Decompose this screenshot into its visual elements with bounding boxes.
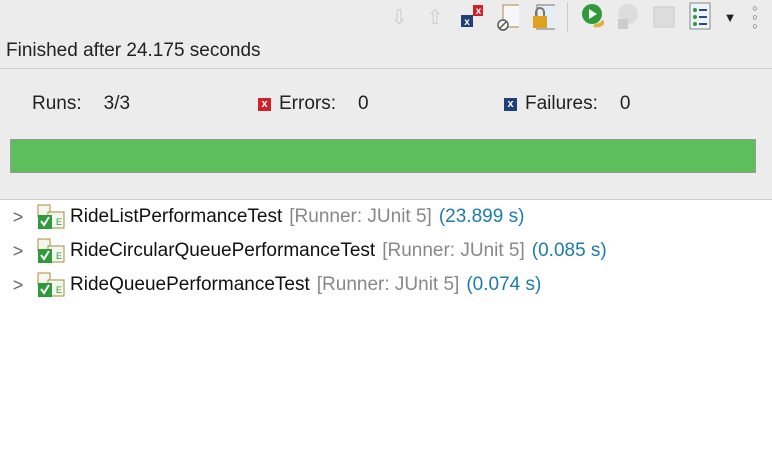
status-text: Finished after 24.175 seconds [6, 40, 261, 61]
errors-label: Errors: [279, 93, 336, 114]
failures-label: Failures: [525, 93, 598, 114]
svg-text:E: E [56, 251, 62, 261]
next-failure-icon[interactable]: ⇩ [387, 3, 411, 31]
counters-panel: Runs: 3/3 x Errors: 0 x Failures: 0 [0, 69, 772, 200]
test-tree: > E RideListPerformanceTest [Runner: JUn… [0, 200, 772, 302]
rerun-failed-first-icon[interactable] [616, 3, 640, 31]
previous-failure-icon[interactable]: ⇧ [423, 3, 447, 31]
runs-label: Runs: [32, 93, 82, 114]
test-row[interactable]: > E RideQueuePerformanceTest [Runner: JU… [0, 268, 772, 302]
test-name: RideCircularQueuePerformanceTest [70, 240, 376, 261]
rerun-icon[interactable] [580, 3, 604, 31]
errors-value: 0 [358, 93, 369, 114]
test-suite-passed-icon: E [36, 204, 66, 230]
history-icon[interactable] [688, 2, 712, 31]
chevron-right-icon[interactable]: > [0, 207, 36, 228]
failures-counter: x Failures: 0 [504, 93, 630, 115]
test-suite-passed-icon: E [36, 238, 66, 264]
more-icon[interactable]: ○ ○ ○ [748, 3, 762, 31]
progress-bar [10, 139, 756, 173]
test-runner: [Runner: JUnit 5] [382, 240, 525, 261]
scroll-lock-icon[interactable] [531, 3, 555, 31]
test-suite-passed-icon: E [36, 272, 66, 298]
show-skipped-icon[interactable] [495, 3, 519, 31]
view-menu-icon[interactable]: ▼ [724, 3, 737, 31]
svg-text:E: E [56, 285, 62, 295]
toolbar: ⇩ ⇧ xx ▼ ○ ○ ○ [387, 0, 762, 34]
errors-counter: x Errors: 0 [258, 93, 369, 115]
svg-text:x: x [476, 6, 482, 17]
failures-value: 0 [619, 93, 631, 114]
toolbar-separator [567, 2, 568, 32]
header: ⇩ ⇧ xx ▼ ○ ○ ○ Finished after 24.175 secon… [0, 0, 772, 69]
test-time: (0.074 s) [466, 274, 542, 295]
test-row[interactable]: > E RideCircularQueuePerformanceTest [Ru… [0, 234, 772, 268]
svg-text:x: x [464, 17, 470, 28]
stop-icon[interactable] [652, 3, 676, 31]
runs-counter: Runs: 3/3 [32, 93, 130, 115]
svg-text:E: E [56, 217, 62, 227]
test-time: (23.899 s) [438, 206, 525, 227]
test-name: RideListPerformanceTest [70, 206, 283, 227]
test-runner: [Runner: JUnit 5] [316, 274, 460, 295]
failure-icon: x [504, 97, 517, 111]
test-row[interactable]: > E RideListPerformanceTest [Runner: JUn… [0, 200, 772, 234]
test-time: (0.085 s) [531, 240, 607, 261]
chevron-right-icon[interactable]: > [0, 241, 36, 262]
error-icon: x [258, 97, 271, 111]
test-name: RideQueuePerformanceTest [70, 274, 310, 295]
show-failures-only-icon[interactable]: xx [459, 3, 483, 31]
chevron-right-icon[interactable]: > [0, 275, 36, 296]
runs-value: 3/3 [103, 93, 131, 114]
test-runner: [Runner: JUnit 5] [289, 206, 432, 227]
